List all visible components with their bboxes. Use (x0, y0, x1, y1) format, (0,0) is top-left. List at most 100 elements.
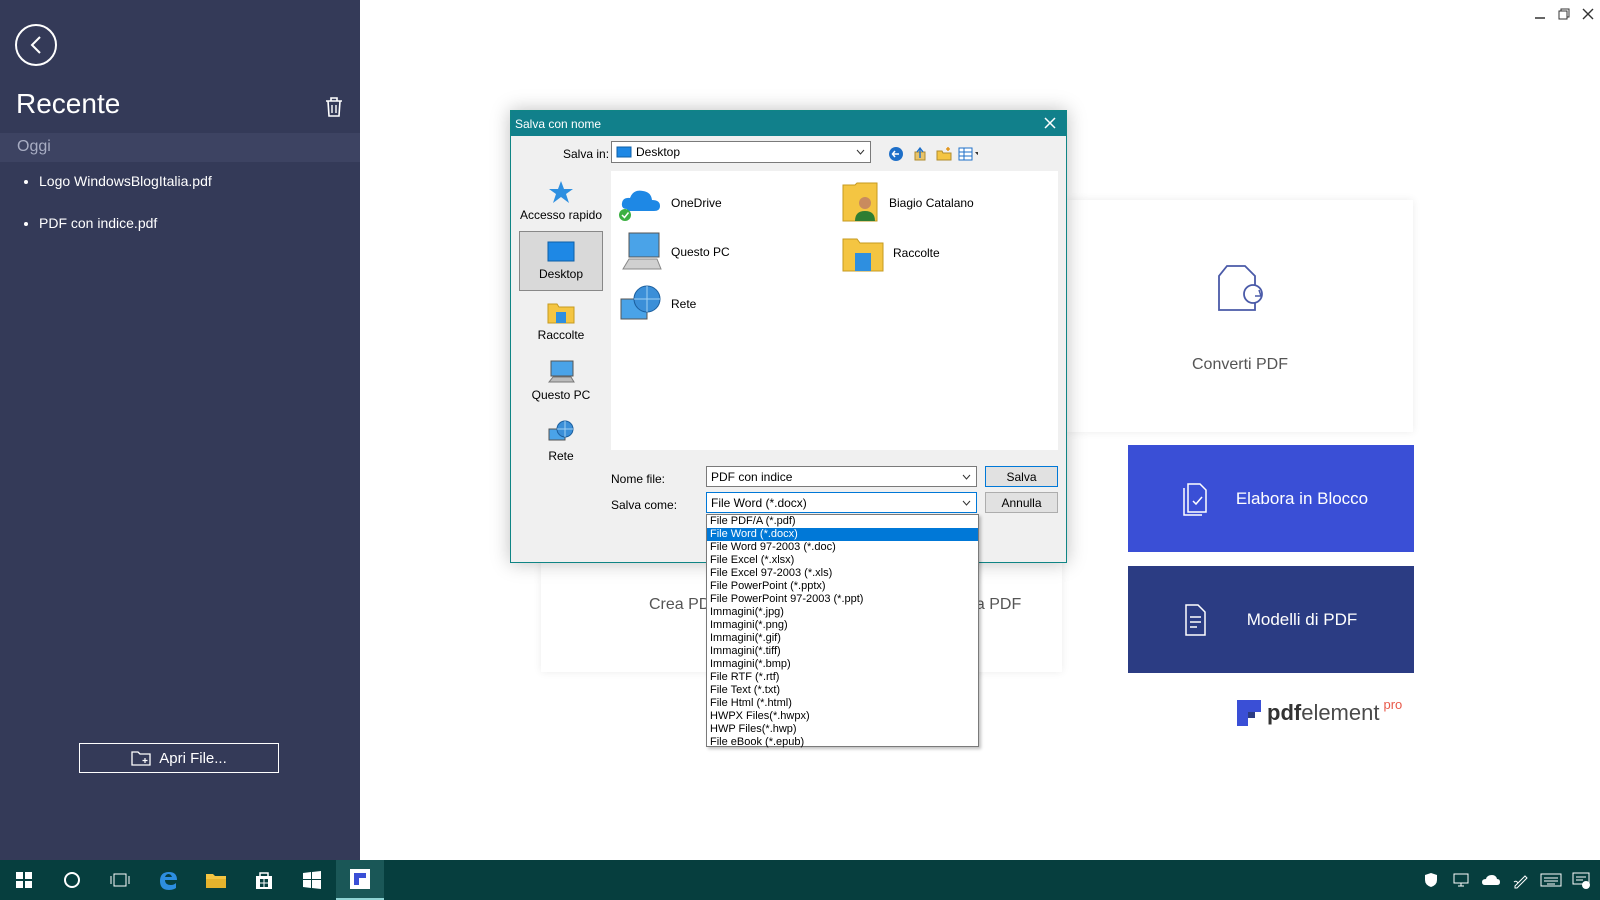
folder-add-icon (131, 751, 151, 766)
filename-label: Nome file: (611, 472, 666, 486)
file-type-dropdown: File PDF/A (*.pdf) File Word (*.docx) File… (706, 514, 979, 749)
task-view-icon (110, 873, 130, 887)
minimize-button[interactable] (1528, 0, 1552, 28)
window-controls (1528, 0, 1600, 28)
place-label: Questo PC (531, 388, 591, 402)
file-type-option[interactable]: File Excel (*.xlsx) (707, 554, 978, 567)
file-item-user-folder[interactable]: Biagio Catalano (841, 181, 974, 225)
save-as-type-select[interactable]: File Word (*.docx) (706, 492, 977, 513)
bullet (24, 222, 28, 226)
store-button[interactable] (240, 860, 288, 900)
batch-process-card[interactable]: Elabora in Blocco (1128, 445, 1414, 552)
place-desktop[interactable]: Desktop (519, 231, 603, 291)
file-item-this-pc[interactable]: Questo PC (619, 231, 730, 273)
task-view-button[interactable] (96, 860, 144, 900)
restore-button[interactable] (1552, 0, 1576, 28)
file-type-option[interactable]: File Excel 97-2003 (*.xls) (707, 567, 978, 580)
pdfelement-app-icon (350, 869, 370, 889)
trash-icon[interactable] (324, 96, 344, 118)
convert-pdf-card[interactable]: Converti PDF (1067, 200, 1413, 432)
computer-icon (547, 360, 575, 383)
close-button[interactable] (1576, 0, 1600, 28)
file-explorer-button[interactable] (192, 860, 240, 900)
back-nav-button[interactable] (886, 144, 906, 164)
dialog-close-icon[interactable] (1042, 115, 1058, 131)
folder-icon (206, 874, 226, 888)
place-libraries[interactable]: Raccolte (519, 291, 603, 351)
file-type-option[interactable]: File Text (*.txt) (707, 684, 978, 697)
network-tray-icon[interactable] (1450, 869, 1472, 891)
cortana-button[interactable] (48, 860, 96, 900)
open-file-label: Apri File... (159, 749, 227, 767)
save-as-type-label: Salva come: (611, 498, 678, 512)
file-type-option[interactable]: Immagini(*.bmp) (707, 658, 978, 671)
section-label: Oggi (17, 138, 51, 155)
dialog-body: Salva in: Desktop Accesso rapido Desktop… (511, 136, 1066, 562)
new-folder-button[interactable] (934, 144, 954, 164)
star-icon (549, 181, 573, 203)
view-menu-button[interactable] (958, 144, 978, 164)
file-type-option[interactable]: File Word (*.docx) (707, 528, 978, 541)
file-item-onedrive[interactable]: OneDrive (619, 183, 722, 223)
pen-icon[interactable] (1510, 869, 1532, 891)
defender-icon[interactable] (1420, 869, 1442, 891)
store-icon (256, 872, 272, 889)
dialog-titlebar: Salva con nome (511, 111, 1066, 136)
file-type-option[interactable]: Immagini(*.gif) (707, 632, 978, 645)
windows-blog-button[interactable] (288, 860, 336, 900)
save-in-label: Salva in: (563, 147, 610, 161)
recent-file-name: Logo WindowsBlogItalia.pdf (39, 173, 212, 189)
save-button[interactable]: Salva (985, 466, 1058, 487)
view-grid-icon (958, 147, 978, 161)
notifications-icon[interactable] (1570, 869, 1592, 891)
cancel-button[interactable]: Annulla (985, 492, 1058, 513)
convert-pdf-label: Converti PDF (1191, 356, 1289, 373)
place-network[interactable]: Rete (519, 411, 603, 471)
file-type-option[interactable]: File eBook (*.epub) (707, 736, 978, 749)
place-this-pc[interactable]: Questo PC (519, 351, 603, 411)
file-item-label: Rete (671, 297, 697, 311)
open-file-button[interactable]: Apri File... (79, 743, 279, 773)
file-type-option[interactable]: HWP Files(*.hwp) (707, 723, 978, 736)
batch-process-label: Elabora in Blocco (1235, 488, 1369, 508)
keyboard-icon[interactable] (1540, 869, 1562, 891)
file-type-option[interactable]: File Word 97-2003 (*.doc) (707, 541, 978, 554)
system-tray (1420, 860, 1592, 900)
pdf-templates-card[interactable]: Modelli di PDF (1128, 566, 1414, 673)
file-type-option[interactable]: File PowerPoint (*.pptx) (707, 580, 978, 593)
recent-file-item[interactable]: Logo WindowsBlogItalia.pdf (22, 173, 212, 215)
restore-icon (1558, 8, 1570, 20)
place-quick-access[interactable]: Accesso rapido (519, 171, 603, 231)
back-button[interactable] (15, 24, 57, 66)
file-type-option[interactable]: File RTF (*.rtf) (707, 671, 978, 684)
file-type-option[interactable]: Immagini(*.jpg) (707, 606, 978, 619)
chevron-down-icon (962, 474, 971, 480)
file-list: OneDrive Biagio Catalano Questo PC Racco… (611, 171, 1058, 450)
onedrive-tray-icon[interactable] (1480, 869, 1502, 891)
file-item-libraries[interactable]: Raccolte (841, 233, 940, 273)
network-icon (620, 285, 661, 320)
file-type-option[interactable]: Immagini(*.tiff) (707, 645, 978, 658)
file-item-network[interactable]: Rete (619, 283, 696, 325)
up-folder-button[interactable] (910, 144, 930, 164)
file-type-option[interactable]: HWPX Files(*.hwpx) (707, 710, 978, 723)
section-header: Oggi (0, 133, 360, 162)
place-label: Rete (548, 449, 574, 463)
file-type-option[interactable]: File PDF/A (*.pdf) (707, 515, 978, 528)
minimize-icon (1535, 17, 1545, 19)
edge-button[interactable] (144, 860, 192, 900)
filename-input[interactable]: PDF con indice (706, 466, 977, 487)
recent-file-item[interactable]: PDF con indice.pdf (22, 215, 212, 257)
save-in-select[interactable]: Desktop (611, 141, 871, 163)
start-button[interactable] (0, 860, 48, 900)
network-icon (548, 420, 574, 441)
desktop-icon (547, 241, 575, 262)
file-type-option[interactable]: File PowerPoint 97-2003 (*.ppt) (707, 593, 978, 606)
pdfelement-taskbar-button[interactable] (336, 860, 384, 900)
place-label: Desktop (538, 267, 584, 281)
user-folder-icon (842, 182, 878, 222)
up-folder-icon (914, 146, 926, 161)
brand-name-rest: element (1301, 700, 1380, 725)
file-type-option[interactable]: Immagini(*.png) (707, 619, 978, 632)
file-type-option[interactable]: File Html (*.html) (707, 697, 978, 710)
